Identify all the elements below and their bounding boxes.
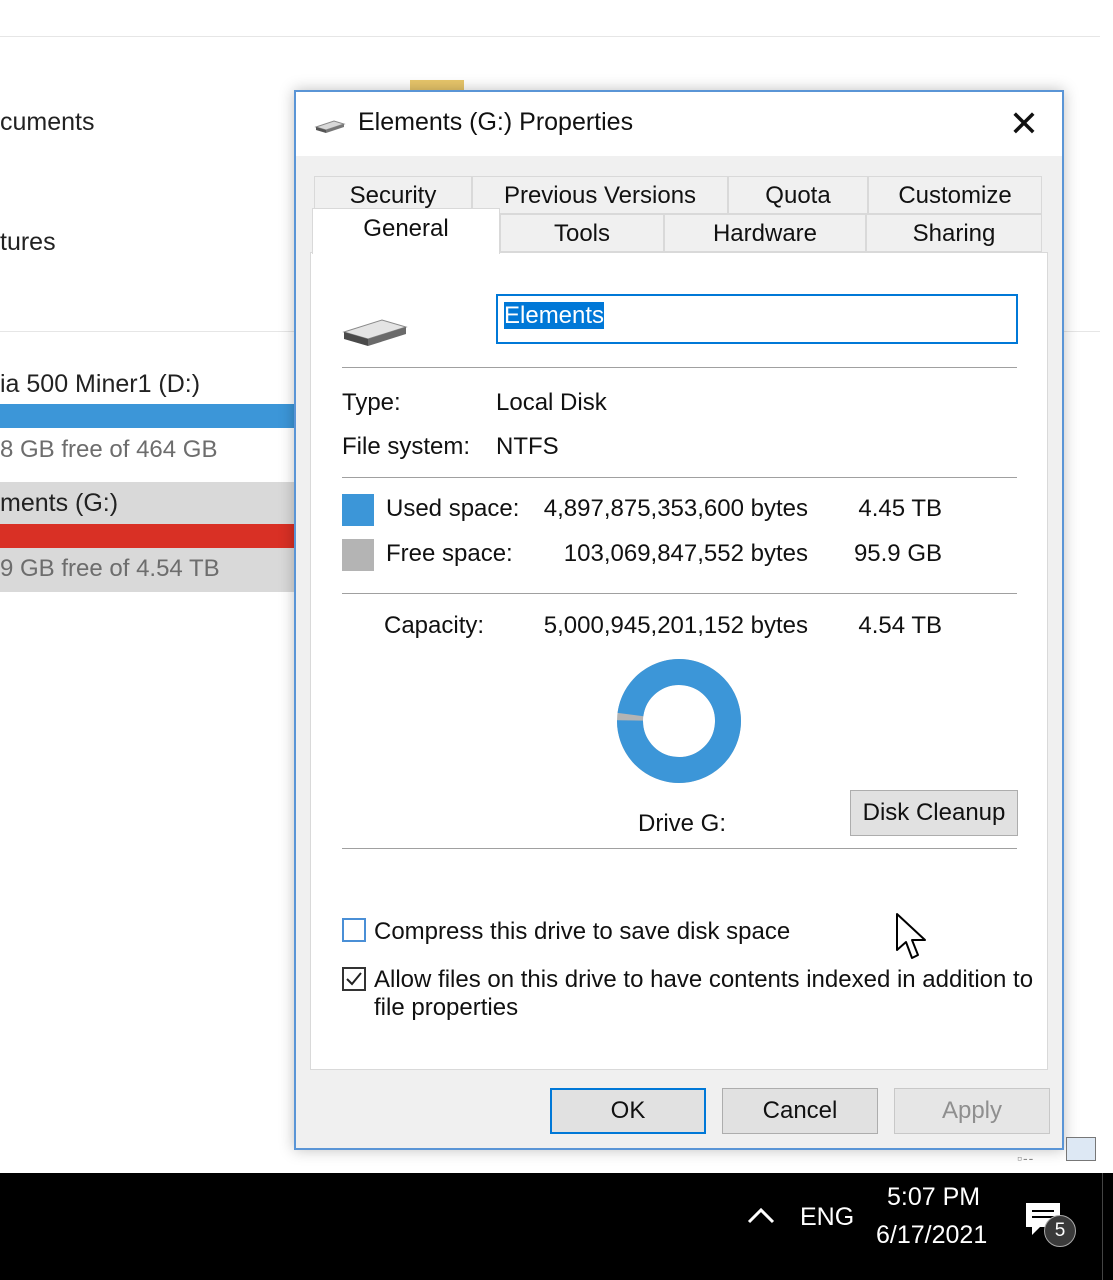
used-space-bytes: 4,897,875,353,600 bytes (543, 495, 808, 522)
index-label-continued[interactable]: file properties (374, 994, 518, 1022)
notification-count-badge: 5 (1044, 1215, 1076, 1247)
properties-dialog: Elements (G:) Properties ✕ Security Prev… (294, 90, 1064, 1150)
close-button[interactable]: ✕ (994, 100, 1054, 148)
chevron-up-icon[interactable] (746, 1201, 776, 1231)
nav-item-pictures[interactable]: tures (0, 228, 56, 257)
tab-hardware[interactable]: Hardware (664, 214, 866, 252)
drive-label: Drive G: (638, 810, 727, 837)
tab-general[interactable]: General (312, 208, 500, 254)
used-space-label: Used space: (386, 495, 520, 522)
index-label[interactable]: Allow files on this drive to have conten… (374, 966, 1033, 994)
free-space-swatch (342, 539, 374, 571)
view-toggle-icon[interactable] (1066, 1137, 1096, 1161)
folder-icon-edge (410, 80, 464, 90)
capacity-bytes: 5,000,945,201,152 bytes (543, 612, 808, 639)
drive-g-free-text: 9 GB free of 4.54 TB (0, 555, 220, 582)
explorer-top-divider (0, 36, 1100, 37)
compress-checkbox[interactable] (342, 918, 366, 942)
type-label: Type: (342, 389, 401, 416)
dialog-titlebar[interactable]: Elements (G:) Properties ✕ (296, 92, 1062, 156)
used-space-size: 4.45 TB (858, 495, 942, 522)
drive-g-usage-bar (0, 524, 296, 548)
drive-icon-large (342, 319, 408, 346)
drive-icon (314, 120, 346, 133)
tab-sharing[interactable]: Sharing (866, 214, 1042, 252)
cancel-button[interactable]: Cancel (722, 1088, 878, 1134)
tab-tools[interactable]: Tools (500, 214, 664, 252)
language-indicator[interactable]: ENG (800, 1203, 854, 1232)
divider (342, 593, 1017, 594)
compress-label[interactable]: Compress this drive to save disk space (374, 918, 790, 946)
divider (342, 477, 1017, 478)
checkmark-icon (346, 972, 362, 986)
type-value: Local Disk (496, 389, 607, 416)
free-space-label: Free space: (386, 540, 513, 567)
status-view-icons[interactable]: ▫-- (1017, 1150, 1034, 1166)
drive-d-name[interactable]: ia 500 Miner1 (D:) (0, 370, 200, 399)
tab-quota[interactable]: Quota (728, 176, 868, 214)
file-system-label: File system: (342, 433, 471, 460)
apply-button[interactable]: Apply (894, 1088, 1050, 1134)
divider (342, 367, 1017, 368)
nav-item-documents[interactable]: cuments (0, 108, 94, 137)
free-space-size: 95.9 GB (853, 540, 942, 567)
used-space-swatch (342, 494, 374, 526)
divider (342, 848, 1017, 849)
show-desktop-edge[interactable] (1102, 1173, 1103, 1280)
clock-date[interactable]: 6/17/2021 (876, 1221, 987, 1250)
drive-d-free-text: 8 GB free of 464 GB (0, 436, 218, 463)
file-system-value: NTFS (496, 433, 559, 460)
disk-cleanup-button[interactable]: Disk Cleanup (850, 790, 1018, 836)
index-checkbox[interactable] (342, 967, 366, 991)
drive-name-input[interactable]: Elements (496, 294, 1018, 344)
drive-g-name[interactable]: ments (G:) (0, 489, 118, 518)
drive-d-usage-bar (0, 404, 296, 428)
capacity-label: Capacity: (384, 612, 485, 639)
disk-usage-donut (617, 659, 741, 783)
tab-customize[interactable]: Customize (868, 176, 1042, 214)
tab-previous-versions[interactable]: Previous Versions (472, 176, 728, 214)
free-space-bytes: 103,069,847,552 bytes (563, 540, 808, 567)
taskbar: ENG 5:07 PM 6/17/2021 5 (0, 1173, 1113, 1280)
clock-time[interactable]: 5:07 PM (887, 1183, 980, 1212)
dialog-title: Elements (G:) Properties (358, 108, 634, 136)
mouse-cursor-icon (896, 913, 926, 959)
capacity-size: 4.54 TB (858, 612, 942, 639)
ok-button[interactable]: OK (550, 1088, 706, 1134)
close-icon: ✕ (1008, 103, 1040, 144)
